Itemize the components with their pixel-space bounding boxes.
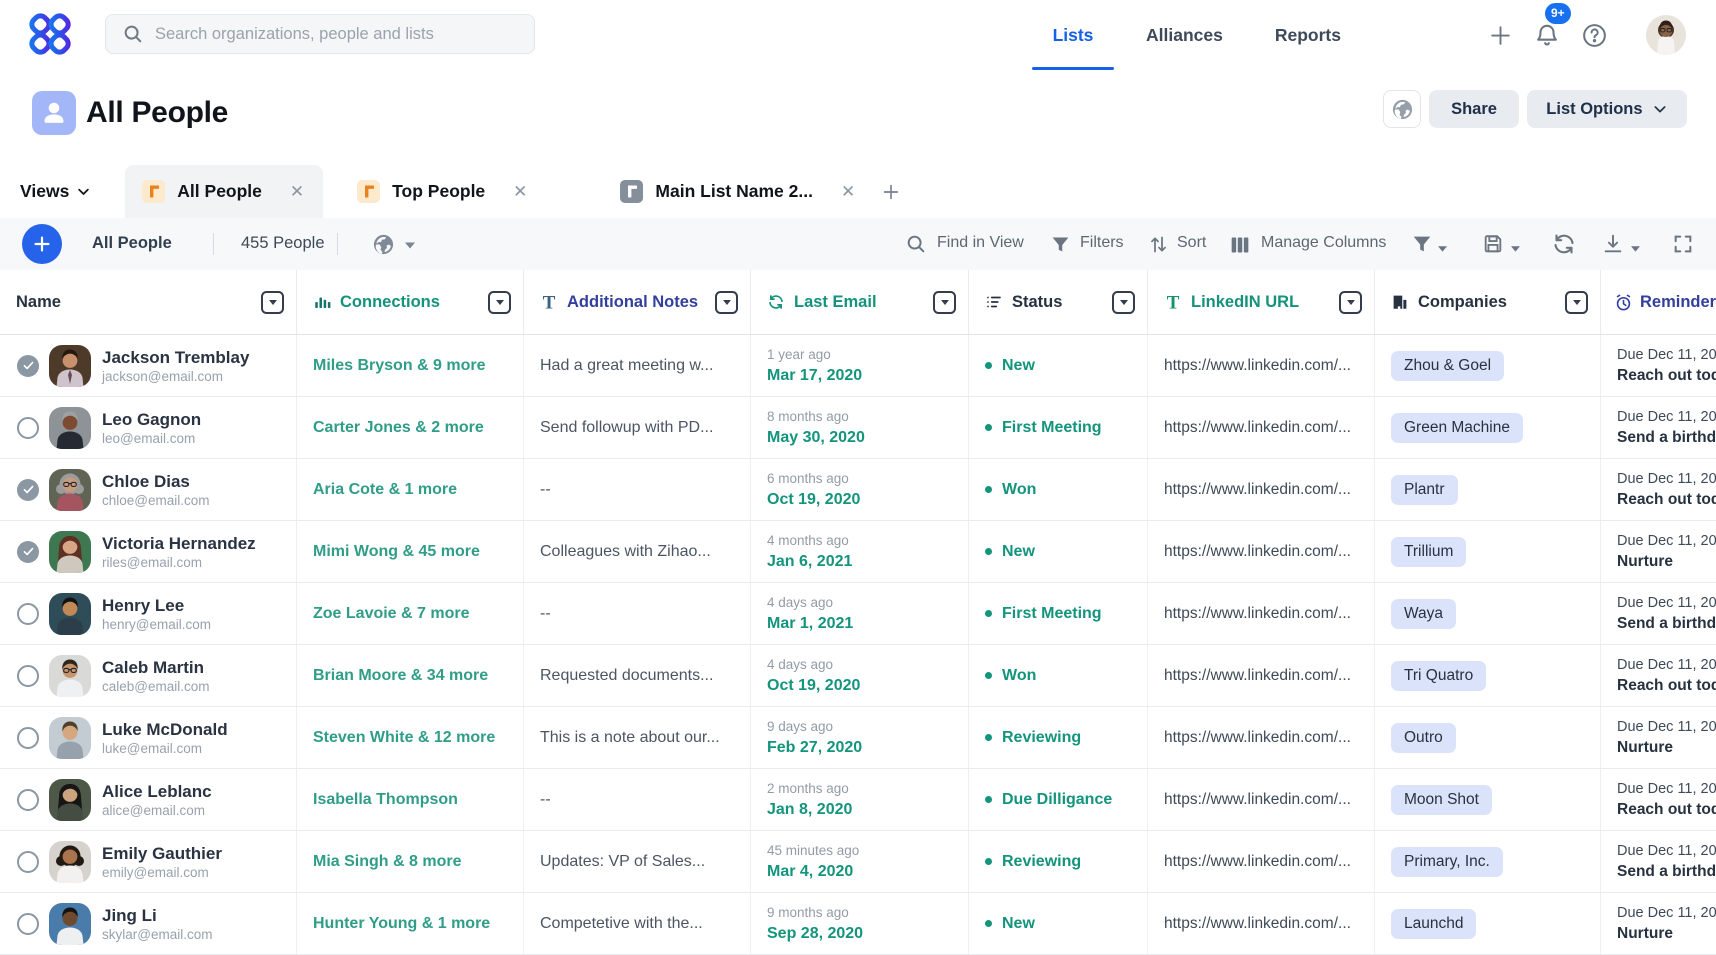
svg-text:T: T [1167,293,1180,312]
svg-text:T: T [543,293,556,312]
